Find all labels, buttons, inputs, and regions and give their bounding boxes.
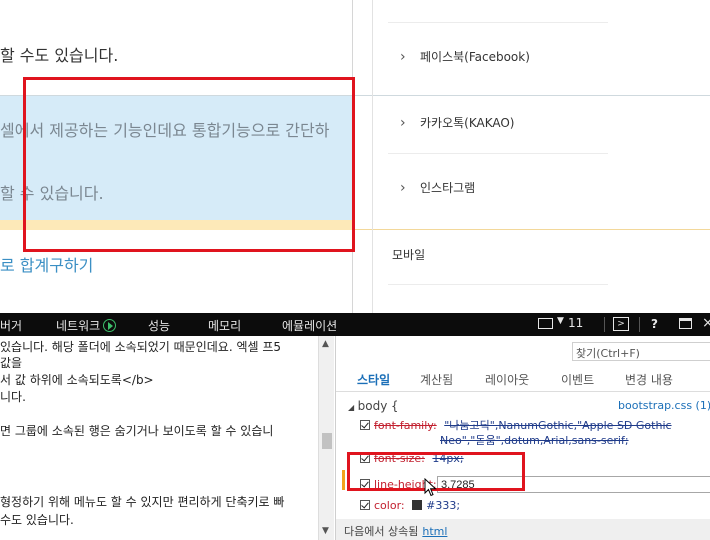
css-rule-header: ◢ body { <box>348 399 398 413</box>
css-value-continuation: Neo","돋움",dotum,Arial,sans-serif; <box>440 432 629 448</box>
css-declaration-color: color: #333; <box>360 499 460 512</box>
column-divider <box>372 0 373 313</box>
find-input[interactable]: 찾기(Ctrl+F) <box>572 342 710 361</box>
css-brace: { <box>390 399 399 413</box>
console-icon[interactable]: > <box>613 317 629 331</box>
tab-styles[interactable]: 스타일 <box>357 371 390 388</box>
sidebar-item-label: 페이스북(Facebook) <box>420 50 530 64</box>
styles-subtabs: 스타일 계산됨 레이아웃 이벤트 변경 내용 <box>336 366 710 392</box>
source-line: 서 값 하위에 소속되도록</b> <box>0 373 154 387</box>
source-scrollbar[interactable]: ▲ ▼ <box>318 336 334 540</box>
declaration-checkbox[interactable] <box>360 420 370 430</box>
article-link[interactable]: 로 합계구하기 <box>0 252 93 276</box>
mouse-cursor-icon <box>424 478 437 497</box>
devtools-panel: 버거 네트워크 성능 메모리 에뮬레이션 ▼ 11 > ? × 있습니다. 해당… <box>0 313 710 540</box>
article-text-line: 할 수도 있습니다. <box>0 46 119 65</box>
close-icon[interactable]: × <box>702 315 710 331</box>
play-icon[interactable] <box>103 319 117 332</box>
chevron-down-icon[interactable]: ▼ <box>322 526 329 536</box>
chevron-right-icon: › <box>400 180 406 196</box>
annotation-box <box>23 77 355 252</box>
source-line: 니다. <box>0 390 26 404</box>
section-divider <box>353 229 710 230</box>
sidebar-divider <box>388 284 608 285</box>
chevron-down-icon[interactable]: ▼ <box>557 316 564 326</box>
expand-triangle-icon[interactable]: ◢ <box>348 403 354 412</box>
tab-computed[interactable]: 계산됨 <box>420 371 453 388</box>
sidebar-divider <box>388 22 608 23</box>
css-selector[interactable]: body <box>358 399 388 413</box>
inherited-label: 다음에서 상속됨 <box>344 525 419 538</box>
sidebar-item-instagram[interactable]: › 인스타그램 <box>400 179 475 196</box>
source-line: 있습니다. 해당 폴더에 소속되었기 때문인데요. 엑셀 프5 <box>0 340 282 354</box>
css-value[interactable]: Neo","돋움",dotum,Arial,sans-serif; <box>440 434 629 447</box>
tab-memory[interactable]: 메모리 <box>208 317 241 334</box>
css-declaration-font-family: font-family: "나눔고딕",NanumGothic,"Apple S… <box>360 417 672 433</box>
source-line: 면 그룹에 소속된 행은 숨기거나 보이도록 할 수 있습니 <box>0 424 274 438</box>
color-swatch[interactable] <box>412 500 423 510</box>
modified-marker <box>342 470 345 490</box>
tab-events[interactable]: 이벤트 <box>561 371 594 388</box>
tab-label: 네트워크 <box>56 319 101 333</box>
css-value[interactable]: #333; <box>426 499 460 512</box>
sidebar-item-facebook[interactable]: › 페이스북(Facebook) <box>400 48 530 65</box>
chevron-up-icon[interactable]: ▲ <box>322 339 329 349</box>
toolbar-separator <box>639 317 640 332</box>
tab-performance[interactable]: 성능 <box>148 317 170 334</box>
help-icon[interactable]: ? <box>651 317 658 331</box>
chevron-right-icon: › <box>400 49 406 65</box>
toolbar-separator <box>604 317 605 332</box>
tab-debugger[interactable]: 버거 <box>0 317 22 334</box>
tab-network[interactable]: 네트워크 <box>56 317 117 334</box>
sidebar-divider <box>388 153 608 154</box>
sidebar-item-label: 인스타그램 <box>420 181 476 195</box>
sidebar-item-kakao[interactable]: › 카카오톡(KAKAO) <box>400 114 515 131</box>
stylesheet-link[interactable]: bootstrap.css (1) <box>618 399 710 412</box>
sidebar-item-label: 카카오톡(KAKAO) <box>420 116 515 130</box>
source-line: 값을 <box>0 356 23 370</box>
css-value[interactable]: "나눔고딕",NanumGothic,"Apple SD Gothic <box>444 419 671 432</box>
inherited-header: 다음에서 상속됨 html <box>336 519 710 540</box>
tab-emulation[interactable]: 에뮬레이션 <box>282 317 337 334</box>
source-line: 형정하기 위해 메뉴도 할 수 있지만 편리하게 단축키로 빠 <box>0 495 285 509</box>
css-property[interactable]: color: <box>374 499 405 512</box>
device-icon[interactable] <box>538 318 553 329</box>
undock-icon[interactable] <box>679 318 692 329</box>
styles-panel: 찾기(Ctrl+F) 스타일 계산됨 레이아웃 이벤트 변경 내용 ◢ body… <box>335 336 710 540</box>
tab-changes[interactable]: 변경 내용 <box>625 371 673 388</box>
source-view[interactable]: 있습니다. 해당 폴더에 소속되었기 때문인데요. 엑셀 프5 값을 서 값 하… <box>0 336 318 540</box>
devtools-toolbar: 버거 네트워크 성능 메모리 에뮬레이션 ▼ 11 > ? × <box>0 313 710 336</box>
webpage-viewport: 할 수도 있습니다. 셀에서 제공하는 기능인데요 통합기능으로 간단하 할 수… <box>0 0 710 313</box>
declaration-checkbox[interactable] <box>360 500 370 510</box>
scrollbar-thumb[interactable] <box>322 433 332 449</box>
source-line: 수도 있습니다. <box>0 513 74 527</box>
error-count[interactable]: 11 <box>568 316 583 330</box>
chevron-right-icon: › <box>400 115 406 131</box>
inherited-source-link[interactable]: html <box>422 525 447 538</box>
css-property[interactable]: font-family: <box>374 419 437 432</box>
tab-layout[interactable]: 레이아웃 <box>485 371 529 388</box>
sidebar-item-mobile[interactable]: 모바일 <box>392 246 425 263</box>
